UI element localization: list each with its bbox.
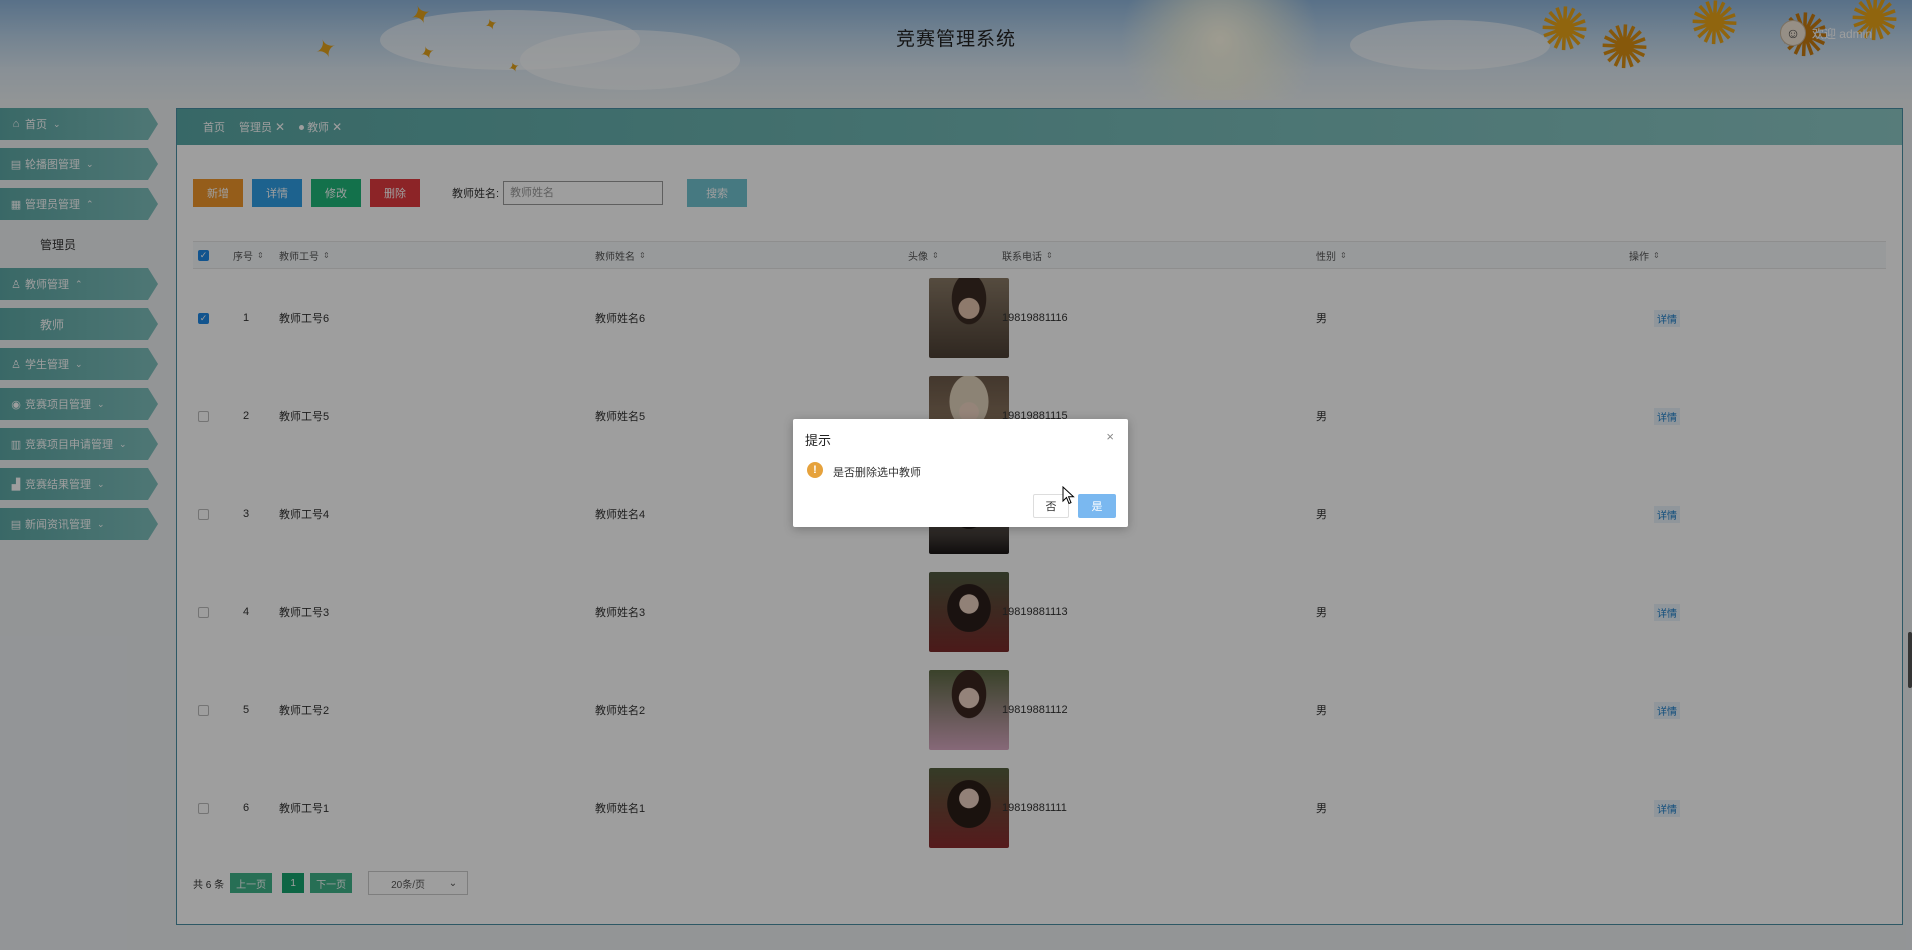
confirm-button[interactable]: 是 xyxy=(1078,494,1116,518)
dialog-title: 提示 xyxy=(805,433,832,448)
mouse-cursor-icon xyxy=(1062,486,1075,505)
close-icon[interactable]: × xyxy=(1106,429,1114,444)
dialog-message: 是否删除选中教师 xyxy=(833,467,921,479)
warning-icon: ! xyxy=(807,462,823,478)
confirm-delete-dialog: 提示 × ! 是否删除选中教师 否 是 xyxy=(793,419,1128,527)
